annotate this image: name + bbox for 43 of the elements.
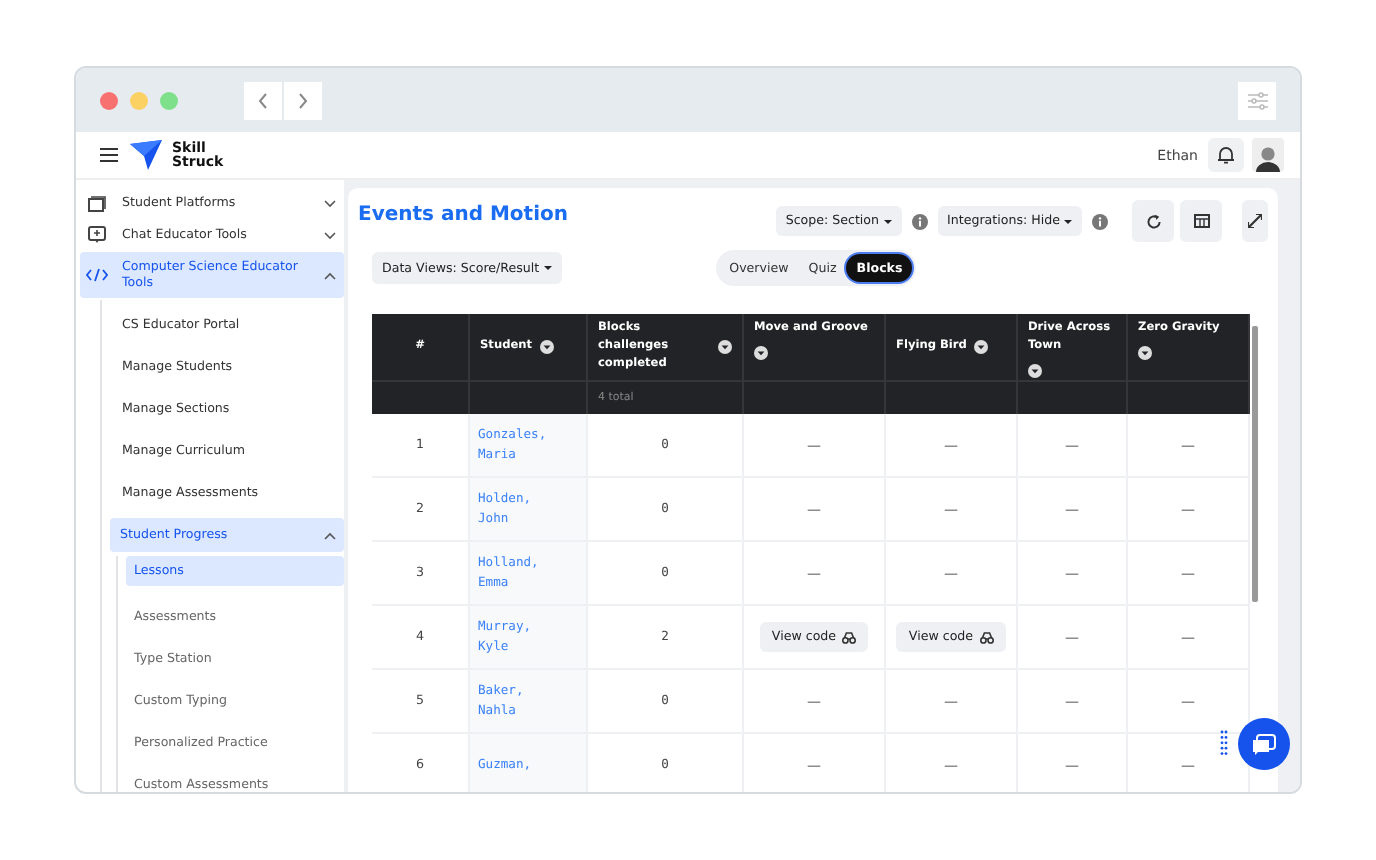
chevron-up-icon[interactable] <box>324 271 336 279</box>
close-dot[interactable] <box>100 91 118 109</box>
page-title: Events and Motion <box>358 204 568 226</box>
chevron-left-icon <box>256 91 270 109</box>
refresh-button[interactable] <box>1132 200 1174 242</box>
chevron-right-icon <box>296 91 310 109</box>
sort-icon[interactable] <box>1028 364 1042 378</box>
window-icon <box>86 195 108 211</box>
expand-icon <box>1248 214 1262 228</box>
sort-icon[interactable] <box>718 340 732 354</box>
header-cell <box>372 380 470 414</box>
table-icon <box>1193 214 1209 228</box>
columns-button[interactable] <box>1180 200 1222 242</box>
fullscreen-button[interactable] <box>1242 200 1268 242</box>
chat-icon <box>86 226 108 244</box>
chevron-down-icon[interactable] <box>324 231 336 239</box>
header-cell <box>886 380 1018 414</box>
menu-icon[interactable] <box>100 148 118 162</box>
header-cell <box>1018 380 1128 414</box>
avatar[interactable] <box>1252 138 1284 172</box>
maximize-dot[interactable] <box>160 91 178 109</box>
grid-dots-icon[interactable] <box>1220 730 1228 756</box>
bell-icon <box>1218 146 1234 164</box>
chevron-up-icon[interactable] <box>324 531 336 539</box>
sort-icon[interactable] <box>754 346 768 360</box>
binoculars-icon <box>979 631 994 643</box>
minimize-dot[interactable] <box>130 91 148 109</box>
sort-icon[interactable] <box>1138 346 1152 360</box>
logo-icon <box>130 140 162 170</box>
header-cell <box>744 380 886 414</box>
sort-icon[interactable] <box>974 340 989 354</box>
sliders-icon <box>1247 91 1267 109</box>
scrollbar[interactable] <box>1252 326 1258 602</box>
chat-icon <box>1252 733 1276 755</box>
info-icon[interactable] <box>1092 213 1108 229</box>
binoculars-icon <box>842 631 857 643</box>
refresh-icon <box>1145 213 1161 229</box>
code-icon <box>86 268 108 282</box>
notifications-button[interactable] <box>1208 138 1244 172</box>
info-icon[interactable] <box>911 213 928 229</box>
header-cell <box>1128 380 1250 414</box>
chevron-down-icon[interactable] <box>324 199 336 207</box>
sort-icon[interactable] <box>540 340 555 354</box>
